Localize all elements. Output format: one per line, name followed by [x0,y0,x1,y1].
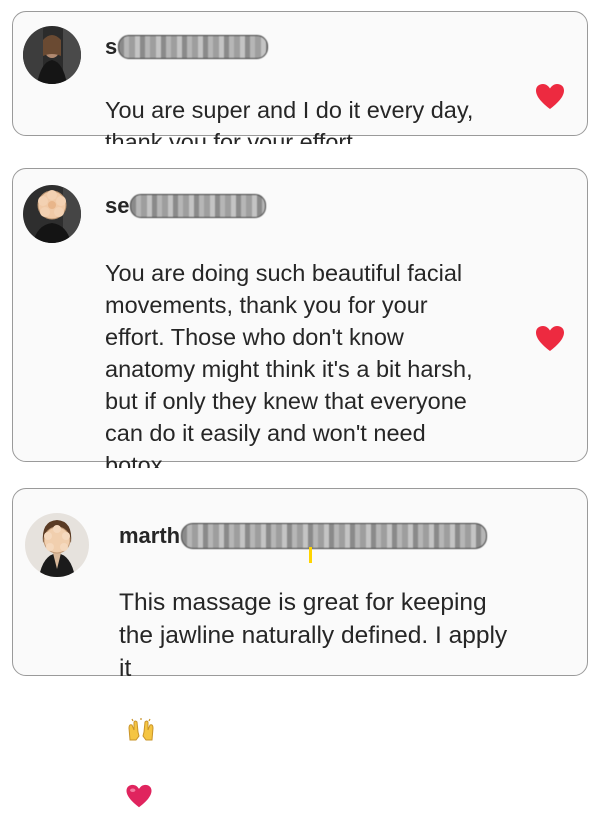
username[interactable]: s [105,34,269,60]
username[interactable]: marth [119,523,488,549]
username[interactable]: se [105,193,267,219]
comment-card: se You are doing such beautiful facial m… [12,168,588,538]
heart-emoji-icon [125,751,153,818]
comment-card: s You are super and I do it every day, t… [12,11,588,343]
raising-hands-emoji-icon [127,685,155,751]
username-text[interactable]: se [105,193,129,219]
like-heart-icon[interactable] [535,83,565,111]
redacted-username [130,194,267,218]
redacted-username [118,35,269,59]
separator [0,468,597,486]
comment-card: marth This massage is great for keeping … [12,488,588,808]
avatar[interactable] [23,185,81,243]
redacted-username [181,523,488,549]
comment-text: This massage is great for keeping the ja… [119,553,507,818]
username-text[interactable]: marth [119,523,180,549]
comment-body: This massage is great for keeping the ja… [119,589,508,682]
comment-body: You are doing such beautiful facial move… [105,260,473,478]
avatar[interactable] [23,26,81,84]
avatar[interactable] [25,513,89,577]
separator [0,144,597,162]
username-text[interactable]: s [105,34,117,60]
like-heart-icon[interactable] [535,325,565,353]
